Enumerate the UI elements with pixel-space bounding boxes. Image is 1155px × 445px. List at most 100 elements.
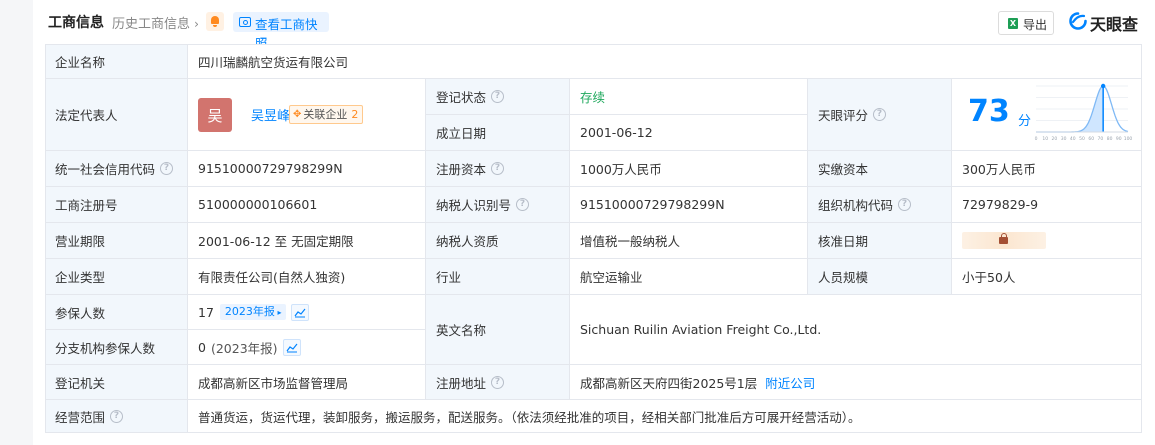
- label-text: 法定代表人: [55, 108, 118, 123]
- related-count: 2: [351, 108, 359, 121]
- related-companies-tag[interactable]: ✥ 关联企业 2: [289, 105, 364, 124]
- export-label: 导出: [1023, 18, 1048, 32]
- chart-tick-label: 60: [1088, 136, 1094, 142]
- score-unit: 分: [1018, 113, 1032, 129]
- tianyancha-logo-icon: [1069, 12, 1087, 30]
- logo-text: 天眼查: [1090, 15, 1139, 34]
- chart-tick-label: 70: [1098, 136, 1104, 142]
- caret-right-icon: ▸: [274, 308, 282, 317]
- score-value: 73: [968, 93, 1010, 129]
- value-text: 72979829-9: [962, 197, 1039, 212]
- staff-size-label: 人员规模: [808, 259, 952, 295]
- insured-value: 17 2023年报 ▸: [188, 295, 426, 330]
- locked-content-bar[interactable]: [962, 232, 1046, 249]
- company-name-label: 企业名称: [45, 44, 188, 79]
- value-text: 17: [198, 304, 214, 320]
- staff-size-value: 小于50人: [952, 259, 1142, 295]
- label-text: 英文名称: [436, 323, 487, 338]
- export-button[interactable]: X 导出: [998, 11, 1054, 35]
- avatar: 吴: [198, 98, 232, 132]
- biz-reg-no-value: 510000000106601: [188, 187, 426, 223]
- value-text: 510000000106601: [198, 197, 318, 212]
- label-text: 登记状态: [436, 90, 487, 105]
- label-text: 纳税人资质: [436, 234, 499, 249]
- approval-date-value: [952, 223, 1142, 259]
- label-text: 营业期限: [55, 234, 106, 249]
- value-text: 0: [198, 339, 206, 355]
- chart-tick-label: 50: [1079, 136, 1085, 142]
- tianyancha-logo: 天眼查: [1069, 10, 1149, 34]
- question-circle-icon[interactable]: ?: [873, 108, 887, 121]
- value-text: 成都高新区天府四街2025号1层: [580, 375, 758, 391]
- chart-tick-label: 100: [1124, 136, 1132, 142]
- reg-capital-value: 1000万人民币: [570, 151, 808, 187]
- reg-authority-label: 登记机关: [45, 365, 188, 400]
- company-type-label: 企业类型: [45, 259, 188, 295]
- score-distribution-chart: 0 10 20 30 40 50 60 70 80 90 100: [1035, 83, 1132, 142]
- label-text: 参保人数: [55, 305, 106, 321]
- score-label: 天眼评分?: [808, 79, 952, 151]
- company-name-value: 四川瑞麟航空货运有限公司: [188, 44, 1142, 79]
- taxpayer-id-value: 91510000729798299N: [570, 187, 808, 223]
- history-business-info-link[interactable]: 历史工商信息 ›: [112, 13, 199, 32]
- chart-score-dot: [1100, 83, 1106, 88]
- biz-term-label: 营业期限: [45, 223, 188, 259]
- trend-chart-icon[interactable]: [291, 303, 310, 321]
- label-text: 注册地址: [436, 375, 487, 391]
- value-text: 普通货运，货运代理，装卸服务，搬运服务，配送服务。（依法须经批准的项目，经相关部…: [198, 409, 861, 425]
- question-circle-icon[interactable]: ?: [516, 198, 530, 211]
- label-text: 实缴资本: [818, 162, 869, 177]
- taxpayer-id-label: 纳税人识别号?: [426, 187, 570, 223]
- question-circle-icon[interactable]: ?: [110, 409, 124, 423]
- business-scope-value: 普通货运，货运代理，装卸服务，搬运服务，配送服务。（依法须经批准的项目，经相关部…: [188, 400, 1142, 433]
- question-circle-icon[interactable]: ?: [491, 162, 505, 175]
- label-text: 经营范围: [55, 409, 106, 425]
- legal-rep-cell: 吴 吴昱峰 ✥ 关联企业 2: [188, 79, 426, 151]
- label-text: 成立日期: [436, 126, 487, 141]
- chart-tick-label: 80: [1107, 136, 1113, 142]
- value-text: Sichuan Ruilin Aviation Freight Co.,Ltd.: [580, 322, 822, 337]
- approval-date-label: 核准日期: [808, 223, 952, 259]
- company-type-value: 有限责任公司(自然人独资): [188, 259, 426, 295]
- label-text: 人员规模: [818, 270, 869, 285]
- annual-report-tag[interactable]: 2023年报 ▸: [219, 304, 287, 320]
- lock-icon: [999, 233, 1008, 244]
- label-text: 分支机构参保人数: [55, 340, 156, 356]
- industry-value: 航空运输业: [570, 259, 808, 295]
- chart-tick-label: 40: [1070, 136, 1076, 142]
- biz-term-value: 2001-06-12 至 无固定期限: [188, 223, 426, 259]
- chart-tick-label: 30: [1061, 136, 1067, 142]
- view-snapshot-button[interactable]: 查看工商快照: [233, 12, 329, 51]
- trend-chart-icon[interactable]: [282, 338, 301, 356]
- score-cell[interactable]: 73 分 0 10 20 30 40 50 60 70 80 90 100: [952, 79, 1142, 151]
- value-text: 有限责任公司(自然人独资): [198, 270, 346, 285]
- taxpayer-qual-value: 增值税一般纳税人: [570, 223, 808, 259]
- reg-address-label: 注册地址?: [426, 365, 570, 400]
- question-circle-icon[interactable]: ?: [491, 375, 505, 389]
- section-title: 工商信息: [48, 15, 104, 31]
- nearby-companies-link[interactable]: 附近公司: [765, 373, 815, 392]
- chart-tick-label: 10: [1042, 136, 1048, 142]
- bell-icon[interactable]: [206, 12, 224, 31]
- taxpayer-qual-label: 纳税人资质: [426, 223, 570, 259]
- english-name-value: Sichuan Ruilin Aviation Freight Co.,Ltd.: [570, 295, 1142, 365]
- label-text: 统一社会信用代码: [55, 162, 156, 177]
- value-text: 增值税一般纳税人: [580, 234, 681, 249]
- business-info-panel: 工商信息 历史工商信息 › 查看工商快照 X 导出 天眼查 企业名称 四川瑞麟航…: [33, 0, 1155, 445]
- value-text: 小于50人: [962, 270, 1016, 285]
- label-text: 登记机关: [55, 375, 106, 391]
- excel-icon: X: [1008, 18, 1018, 29]
- question-circle-icon[interactable]: ?: [160, 162, 174, 175]
- label-text: 纳税人识别号: [436, 198, 512, 213]
- paid-capital-value: 300万人民币: [952, 151, 1142, 187]
- industry-label: 行业: [426, 259, 570, 295]
- annual-report-year: (2023年报): [210, 340, 278, 356]
- status-text: 存续: [580, 90, 606, 105]
- paid-capital-label: 实缴资本: [808, 151, 952, 187]
- legal-rep-name-link[interactable]: 吴昱峰: [251, 105, 290, 124]
- found-date-label: 成立日期: [426, 115, 570, 151]
- uscc-label: 统一社会信用代码?: [45, 151, 188, 187]
- question-circle-icon[interactable]: ?: [491, 90, 505, 103]
- business-info-table: 企业名称 四川瑞麟航空货运有限公司 法定代表人 吴 吴昱峰 ✥ 关联企业 2 登…: [45, 44, 1142, 433]
- question-circle-icon[interactable]: ?: [898, 198, 912, 211]
